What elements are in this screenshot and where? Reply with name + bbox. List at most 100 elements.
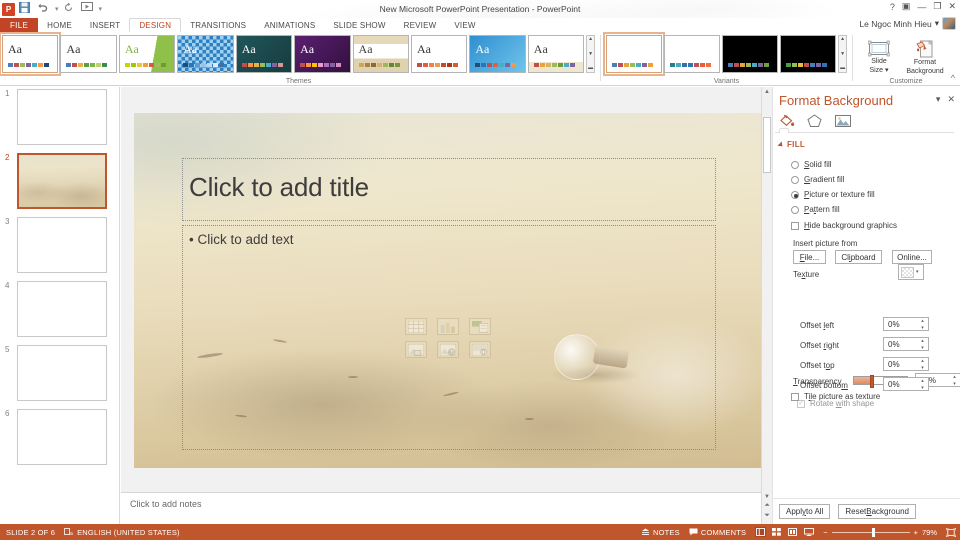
insert-online-picture-icon[interactable] [437,340,459,358]
pane-options-caret[interactable]: ▾ [936,94,941,105]
slide-thumbnail-pane[interactable]: 1 2 3 4 5 6 [0,87,120,524]
slide-counter[interactable]: SLIDE 2 OF 6 [6,528,55,537]
transparency-spinner[interactable]: ▴ ▾ [951,375,958,387]
normal-view-button[interactable] [755,527,767,537]
notes-button[interactable]: NOTES [641,528,680,537]
language-status[interactable]: a ENGLISH (UNITED STATES) [64,528,180,537]
offset-right-spinner[interactable]: ▴ ▾ [919,339,926,351]
slide-thumbnail[interactable]: 6 [0,407,119,471]
content-placeholder[interactable]: • Click to add text [182,225,716,450]
insert-online-button[interactable]: Online... [892,250,932,264]
theme-wood-type-theme[interactable]: Aa [352,35,409,73]
slide-show-button[interactable] [803,527,814,537]
picture-or-texture-fill-option[interactable]: Picture or texture fill [791,190,875,199]
slide-thumbnail[interactable]: 4 [0,279,119,343]
next-slide-button[interactable]: ⏷ [762,512,772,520]
gradient-fill-radio[interactable] [791,175,799,184]
reset-background-button[interactable]: Reset Background [838,504,916,519]
notes-pane[interactable]: Click to add notes [121,492,761,524]
theme-ion-theme[interactable]: Aa [410,35,468,73]
variants-scroll-down[interactable]: ▼ [840,51,845,57]
tab-file[interactable]: FILE [0,18,39,32]
fill-section-header[interactable]: FILL [777,140,805,149]
tab-review[interactable]: REVIEW [395,18,446,32]
tab-design[interactable]: DESIGN [129,18,182,32]
zoom-level-label[interactable]: 79% [922,528,937,537]
fill-tab[interactable] [779,114,796,129]
insert-table-icon[interactable] [405,317,427,335]
tab-view[interactable]: VIEW [445,18,484,32]
hide-background-graphics-checkbox[interactable] [791,221,799,230]
insert-smartart-icon[interactable] [469,317,491,335]
variant-variant-3[interactable] [722,35,779,73]
variants-gallery-scroll[interactable]: ▲ ▼ ▬ [838,35,847,73]
variant-variant-2[interactable] [664,35,721,73]
offset-right-field[interactable]: 0% ▴ ▾ [883,337,929,351]
ribbon-display-options-button[interactable]: ▣ [902,1,911,12]
save-icon[interactable] [19,2,33,16]
scroll-down-arrow[interactable]: ▼ [762,494,772,500]
minimize-button[interactable]: — [917,2,926,12]
collapse-ribbon-button[interactable]: ^ [951,73,955,83]
effects-tab[interactable] [807,114,824,129]
themes-more-button[interactable]: ▬ [588,66,593,71]
apply-to-all-button[interactable]: Appl y to All [779,504,831,519]
theme-blue-pattern-theme[interactable]: Aa [177,35,234,73]
redo-icon[interactable] [63,2,77,16]
scrollbar-thumb[interactable] [763,117,771,173]
slide-thumbnail[interactable]: 3 [0,215,119,279]
hide-background-graphics-option[interactable]: Hide background graphics [791,221,897,230]
slide-thumbnail-preview[interactable] [17,409,107,465]
pane-close-icon[interactable]: ✕ [947,94,955,105]
transparency-slider-knob[interactable] [869,375,874,388]
variants-more-button[interactable]: ▬ [840,66,845,71]
slide-thumbnail-preview[interactable] [17,153,107,209]
picture-tab[interactable] [835,114,852,129]
rotate-with-shape-checkbox[interactable] [797,398,805,408]
offset-top-field[interactable]: 0% ▴ ▾ [883,357,929,371]
slide-thumbnail-preview[interactable] [17,217,107,273]
insert-picture-icon[interactable] [405,340,427,358]
theme-purple-theme[interactable]: Aa [294,35,351,73]
tab-home[interactable]: HOME [38,18,81,32]
slide-thumbnail-preview[interactable] [17,345,107,401]
theme-savon-theme[interactable]: Aa [527,35,585,73]
picture-or-texture-fill-radio[interactable] [791,190,799,199]
variant-variant-4[interactable] [780,35,837,73]
zoom-in-button[interactable]: + [914,528,918,537]
slide-thumbnail[interactable]: 5 [0,343,119,407]
slide-thumbnail-preview[interactable] [17,89,107,145]
slide-thumbnail[interactable]: 1 [0,87,119,151]
theme-green-wedge-theme[interactable]: Aa [118,35,176,73]
zoom-control[interactable]: − + 79% [823,527,937,537]
offset-bottom-field[interactable]: 0% ▴ ▾ [883,377,929,391]
restore-button[interactable]: ❐ [933,1,941,12]
themes-scroll-up[interactable]: ▲ [588,37,593,42]
solid-fill-radio[interactable] [791,160,799,169]
start-slideshow-icon[interactable] [80,2,95,16]
slide-editing-surface[interactable]: Click to add title • Click to add text [134,113,764,468]
variants-scroll-up[interactable]: ▲ [840,37,845,42]
theme-dark-teal-theme[interactable]: Aa [235,35,293,73]
offset-top-spinner[interactable]: ▴ ▾ [919,359,926,371]
theme-facet-theme[interactable]: Aa [60,35,117,73]
pattern-fill-option[interactable]: Pattern fill [791,205,840,214]
insert-clipboard-button[interactable]: Cl i pboard [835,250,882,264]
insert-chart-icon[interactable] [437,317,459,335]
help-button[interactable]: ? [890,2,895,12]
pattern-fill-radio[interactable] [791,205,799,214]
close-button[interactable]: ✕ [948,1,956,12]
qat-more-caret[interactable]: ▾ [99,5,103,13]
rotate-with-shape-option[interactable]: Rotate with shape [797,398,874,408]
slide-thumbnail[interactable]: 2 [0,151,119,215]
insert-file-button[interactable]: File... [793,250,826,264]
previous-slide-button[interactable]: ⏶ [762,502,772,510]
tab-insert[interactable]: INSERT [81,18,129,32]
slide-thumbnail-preview[interactable] [17,281,107,337]
tab-animations[interactable]: ANIMATIONS [255,18,324,32]
canvas-vertical-scrollbar[interactable]: ▲ ▼ ⏶ ⏷ [761,87,772,524]
title-placeholder[interactable]: Click to add title [182,158,716,221]
offset-left-field[interactable]: 0% ▴ ▾ [883,317,929,331]
offset-left-spinner[interactable]: ▴ ▾ [919,319,926,331]
undo-dropdown-caret[interactable]: ▾ [55,5,59,13]
